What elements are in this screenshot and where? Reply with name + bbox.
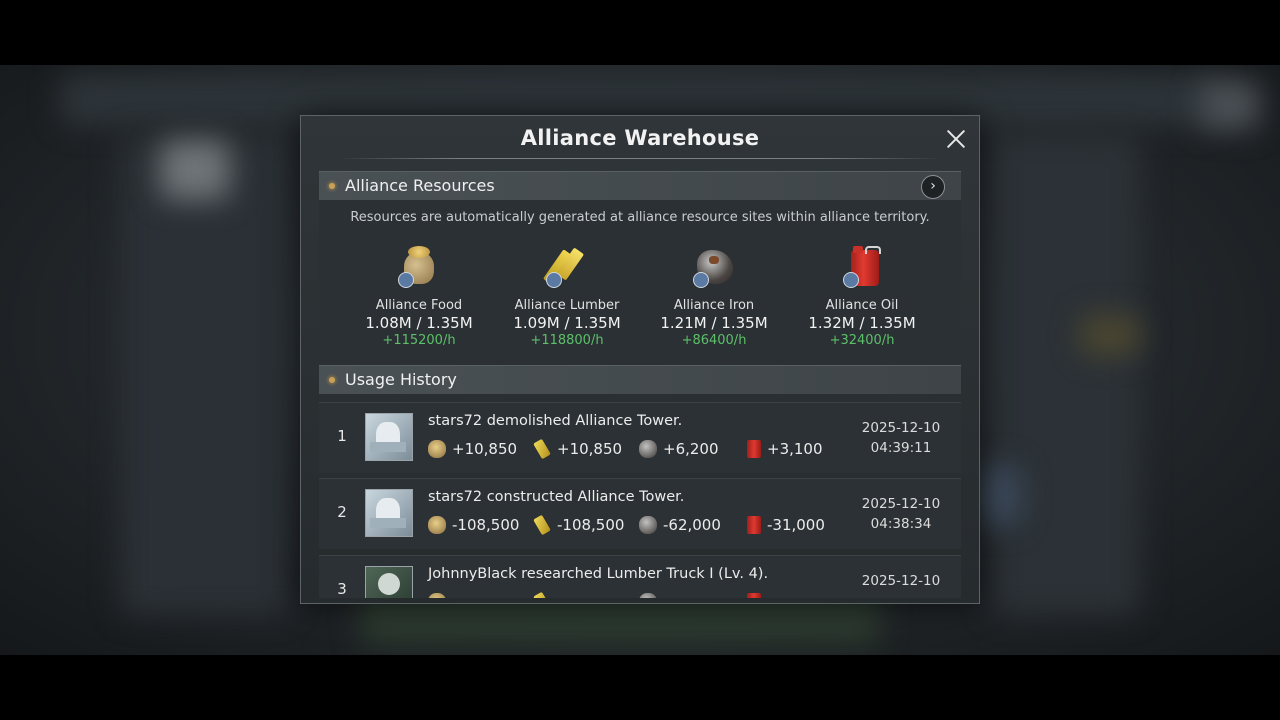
oil-icon	[747, 516, 761, 534]
food-change: +10,850	[428, 440, 517, 460]
bullet-dot-icon	[329, 377, 335, 383]
iron-icon	[639, 440, 657, 458]
usage-history-header: Usage History	[319, 365, 961, 394]
oil-icon	[747, 593, 761, 598]
alliance-warehouse-dialog: Alliance Warehouse Alliance Resources › …	[300, 115, 980, 604]
usage-history-list[interactable]: 1 stars72 demolished Alliance Tower. +10…	[319, 398, 961, 598]
iron-change	[639, 593, 663, 598]
resources-panel: Resources are automatically generated at…	[319, 200, 961, 354]
iron-icon	[639, 593, 657, 598]
background-orb	[980, 465, 1020, 525]
lumber-change: +10,850	[533, 438, 622, 460]
food-change: -108,500	[428, 516, 519, 536]
background-right-panel	[990, 135, 1140, 615]
row-index: 3	[337, 580, 347, 598]
resource-rate: +115200/h	[382, 333, 456, 348]
timestamp: 2025-12-10 04:39:11	[861, 420, 941, 456]
lumber-change: -108,500	[533, 514, 624, 536]
food-change	[428, 593, 452, 598]
lumber-icon	[533, 438, 551, 460]
iron-ore-icon	[691, 244, 737, 290]
resource-lumber: Alliance Lumber 1.09M / 1.35M +118800/h	[493, 244, 641, 348]
resource-name: Alliance Lumber	[514, 298, 620, 313]
chevron-right-icon[interactable]: ›	[921, 175, 945, 199]
resource-amount: 1.08M / 1.35M	[365, 314, 473, 332]
background-left-panel	[120, 135, 290, 615]
oil-change: +3,100	[745, 440, 823, 460]
background-gold-item	[1080, 315, 1140, 355]
row-index: 1	[337, 427, 347, 445]
lumber-icon	[533, 514, 551, 536]
resource-name: Alliance Food	[375, 298, 463, 313]
resource-rate: +86400/h	[681, 333, 747, 348]
avatar[interactable]	[365, 489, 413, 537]
timestamp: 2025-12-10 04:38:34	[861, 496, 941, 532]
resources-description: Resources are automatically generated at…	[350, 210, 930, 225]
history-description: stars72 demolished Alliance Tower.	[428, 413, 683, 429]
iron-change: +6,200	[639, 440, 719, 460]
lumber-change	[533, 591, 557, 598]
avatar[interactable]	[365, 566, 413, 598]
background-glow	[1200, 80, 1260, 130]
history-row: 2 stars72 constructed Alliance Tower. -1…	[319, 478, 961, 549]
food-icon	[428, 593, 446, 598]
dialog-title: Alliance Warehouse	[520, 126, 760, 150]
bullet-dot-icon	[329, 183, 335, 189]
lumber-icon	[533, 591, 551, 598]
section-title: Usage History	[345, 370, 457, 389]
history-row: 1 stars72 demolished Alliance Tower. +10…	[319, 402, 961, 473]
avatar[interactable]	[365, 413, 413, 461]
resource-rate: +118800/h	[530, 333, 604, 348]
history-row: 3 JohnnyBlack researched Lumber Truck I …	[319, 555, 961, 598]
close-icon[interactable]	[941, 124, 971, 154]
food-icon	[428, 440, 446, 458]
resource-name: Alliance Oil	[825, 298, 899, 313]
resource-rate: +32400/h	[829, 333, 895, 348]
lumber-icon	[542, 244, 590, 290]
resource-amount: 1.21M / 1.35M	[660, 314, 768, 332]
resource-food: Alliance Food 1.08M / 1.35M +115200/h	[345, 244, 493, 348]
oil-can-icon	[839, 244, 885, 290]
section-title: Alliance Resources	[345, 176, 495, 195]
row-index: 2	[337, 503, 347, 521]
resource-iron: Alliance Iron 1.21M / 1.35M +86400/h	[640, 244, 788, 348]
history-description: stars72 constructed Alliance Tower.	[428, 489, 685, 505]
history-description: JohnnyBlack researched Lumber Truck I (L…	[428, 566, 769, 582]
title-divider	[338, 158, 942, 159]
oil-icon	[747, 440, 761, 458]
timestamp: 2025-12-10	[861, 573, 941, 589]
food-sack-icon	[396, 244, 442, 290]
iron-change: -62,000	[639, 516, 721, 536]
food-icon	[428, 516, 446, 534]
oil-change: -31,000	[745, 516, 825, 536]
resource-oil: Alliance Oil 1.32M / 1.35M +32400/h	[788, 244, 936, 348]
resource-name: Alliance Iron	[673, 298, 755, 313]
resource-amount: 1.09M / 1.35M	[513, 314, 621, 332]
alliance-resources-header: Alliance Resources ›	[319, 171, 961, 200]
resource-amount: 1.32M / 1.35M	[808, 314, 916, 332]
background-avatar	[160, 140, 230, 200]
iron-icon	[639, 516, 657, 534]
oil-change	[745, 593, 767, 598]
